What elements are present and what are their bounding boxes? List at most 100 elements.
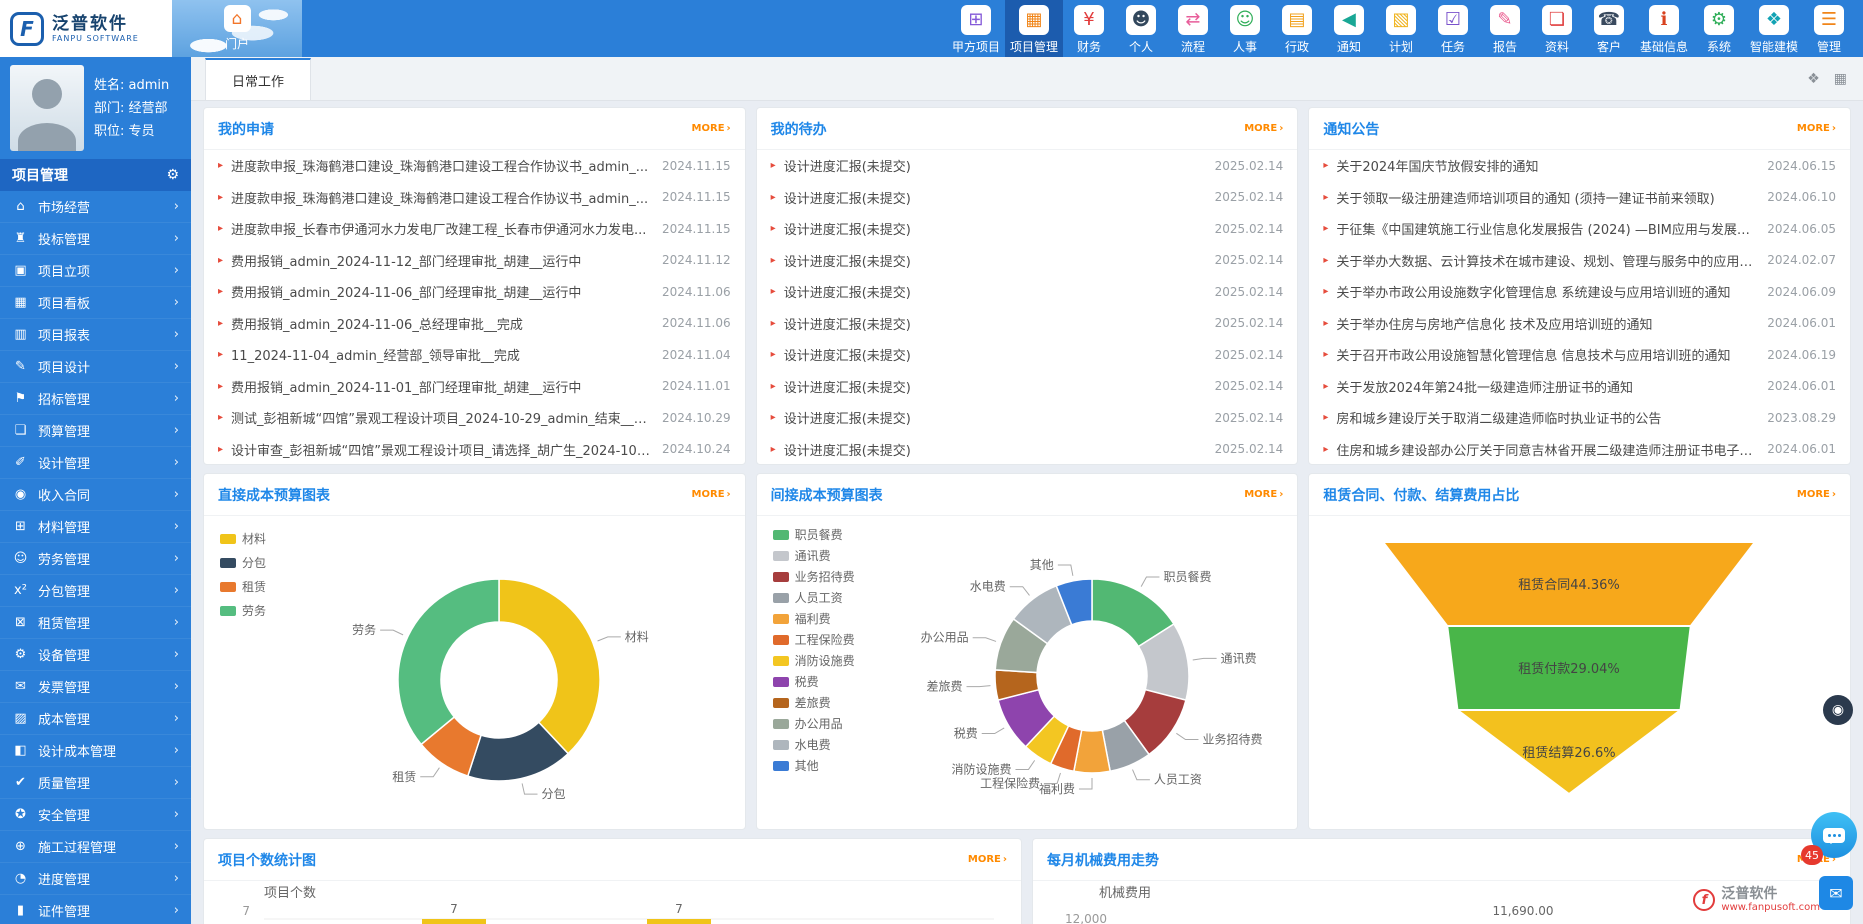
list-item[interactable]: ▸费用报销_admin_2024-11-06_部门经理审批_胡建__运行中202… <box>204 276 745 308</box>
top-nav-item[interactable]: ◀通知 <box>1323 0 1375 57</box>
sidebar-item[interactable]: ◔进度管理› <box>0 863 191 895</box>
top-nav-item[interactable]: ▤行政 <box>1271 0 1323 57</box>
sidebar-item[interactable]: ▮证件管理› <box>0 895 191 924</box>
list-item[interactable]: ▸住房和城乡建设部办公厅关于同意吉林省开展二级建造师注册证书电子证书试点...2… <box>1309 434 1850 465</box>
list-item[interactable]: ▸关于2024年国庆节放假安排的通知2024.06.15 <box>1309 150 1850 182</box>
sidebar-item[interactable]: ▦项目看板› <box>0 287 191 319</box>
legend-item[interactable]: 消防设施费 <box>773 652 855 669</box>
top-nav-item[interactable]: ⇄流程 <box>1167 0 1219 57</box>
legend-item[interactable]: 工程保险费 <box>773 631 855 648</box>
list-item[interactable]: ▸费用报销_admin_2024-11-01_部门经理审批_胡建__运行中202… <box>204 371 745 403</box>
list-item[interactable]: ▸进度款申报_长春市伊通河水力发电厂改建工程_长春市伊通河水力发电...2024… <box>204 213 745 245</box>
list-item[interactable]: ▸设计进度汇报(未提交)2025.02.14 <box>757 213 1298 245</box>
sidebar-item[interactable]: ⌂市场经营› <box>0 191 191 223</box>
top-nav-item[interactable]: ⚙系统 <box>1693 0 1745 57</box>
sidebar-item[interactable]: ▣项目立项› <box>0 255 191 287</box>
sidebar-item[interactable]: ♜投标管理› <box>0 223 191 255</box>
top-nav-item[interactable]: ☎客户 <box>1583 0 1635 57</box>
message-button[interactable]: ✉ <box>1819 876 1853 910</box>
theme-icon[interactable]: ❖ <box>1807 71 1820 87</box>
top-nav-item[interactable]: ℹ基础信息 <box>1635 0 1693 57</box>
sidebar-item[interactable]: ⚙设备管理› <box>0 639 191 671</box>
sidebar-item[interactable]: ❏预算管理› <box>0 415 191 447</box>
legend-item[interactable]: 福利费 <box>773 610 855 627</box>
list-item[interactable]: ▸测试_彭祖新城“四馆”景观工程设计项目_2024-10-29_admin_结束… <box>204 402 745 434</box>
list-item[interactable]: ▸关于发放2024年第24批一级建造师注册证书的通知2024.06.01 <box>1309 371 1850 403</box>
list-item[interactable]: ▸设计进度汇报(未提交)2025.02.14 <box>757 339 1298 371</box>
legend-item[interactable]: 其他 <box>773 757 855 774</box>
top-nav-item[interactable]: ❏资料 <box>1531 0 1583 57</box>
sidebar-item[interactable]: ✔质量管理› <box>0 767 191 799</box>
list-item[interactable]: ▸关于举办市政公用设施数字化管理信息 系统建设与应用培训班的通知2024.06.… <box>1309 276 1850 308</box>
list-item[interactable]: ▸设计进度汇报(未提交)2025.02.14 <box>757 434 1298 465</box>
list-item[interactable]: ▸关于举办住房与房地产信息化 技术及应用培训班的通知2024.06.01 <box>1309 308 1850 340</box>
sidebar-item[interactable]: ✉发票管理› <box>0 671 191 703</box>
list-item[interactable]: ▸设计进度汇报(未提交)2025.02.14 <box>757 150 1298 182</box>
sidebar-item[interactable]: ⊕施工过程管理› <box>0 831 191 863</box>
monitor-widget-icon[interactable]: ◉ <box>1823 695 1853 725</box>
list-item[interactable]: ▸房和城乡建设厅关于取消二级建造师临时执业证书的公告2023.08.29 <box>1309 402 1850 434</box>
sidebar-item[interactable]: ✐设计管理› <box>0 447 191 479</box>
more-link[interactable]: MORE› <box>1797 489 1836 500</box>
legend-item[interactable]: 劳务 <box>220 602 266 619</box>
top-nav-item[interactable]: ☑任务 <box>1427 0 1479 57</box>
settings-gear-icon[interactable]: ⚙ <box>166 167 179 183</box>
more-link[interactable]: MORE› <box>968 854 1007 865</box>
sidebar-item[interactable]: ⊞材料管理› <box>0 511 191 543</box>
top-nav-item[interactable]: ☰管理 <box>1803 0 1855 57</box>
list-item[interactable]: ▸进度款申报_珠海鹤港口建设_珠海鹤港口建设工程合作协议书_admin_...2… <box>204 150 745 182</box>
top-nav-item[interactable]: ☺人事 <box>1219 0 1271 57</box>
sidebar-item[interactable]: ⚑招标管理› <box>0 383 191 415</box>
legend-item[interactable]: 办公用品 <box>773 715 855 732</box>
more-link[interactable]: MORE› <box>692 123 731 134</box>
top-nav-item[interactable]: ▦项目管理 <box>1005 0 1063 57</box>
legend-item[interactable]: 租赁 <box>220 578 266 595</box>
sidebar-item[interactable]: ▨成本管理› <box>0 703 191 735</box>
list-item[interactable]: ▸进度款申报_珠海鹤港口建设_珠海鹤港口建设工程合作协议书_admin_...2… <box>204 182 745 214</box>
list-item[interactable]: ▸设计进度汇报(未提交)2025.02.14 <box>757 182 1298 214</box>
legend-item[interactable]: 人员工资 <box>773 589 855 606</box>
top-nav-item[interactable]: ✎报告 <box>1479 0 1531 57</box>
list-item[interactable]: ▸设计进度汇报(未提交)2025.02.14 <box>757 276 1298 308</box>
sidebar-item[interactable]: ◉收入合同› <box>0 479 191 511</box>
bar[interactable] <box>647 919 711 924</box>
list-item[interactable]: ▸关于举办大数据、云计算技术在城市建设、规划、管理与服务中的应用培训班...20… <box>1309 245 1850 277</box>
list-item[interactable]: ▸11_2024-11-04_admin_经营部_领导审批__完成2024.11… <box>204 339 745 371</box>
legend-item[interactable]: 业务招待费 <box>773 568 855 585</box>
list-item[interactable]: ▸设计审查_彭祖新城“四馆”景观工程设计项目_请选择_胡广生_2024-10-2… <box>204 434 745 465</box>
list-item[interactable]: ▸设计进度汇报(未提交)2025.02.14 <box>757 308 1298 340</box>
more-link[interactable]: MORE› <box>1797 123 1836 134</box>
more-link[interactable]: MORE› <box>692 489 731 500</box>
top-nav-item[interactable]: ¥财务 <box>1063 0 1115 57</box>
list-item[interactable]: ▸设计进度汇报(未提交)2025.02.14 <box>757 402 1298 434</box>
sidebar-item[interactable]: ◧设计成本管理› <box>0 735 191 767</box>
tab-daily-work[interactable]: 日常工作 <box>205 58 311 100</box>
sidebar-item[interactable]: ✪安全管理› <box>0 799 191 831</box>
sidebar-item[interactable]: ☺劳务管理› <box>0 543 191 575</box>
sidebar-item[interactable]: ▥项目报表› <box>0 319 191 351</box>
list-item[interactable]: ▸关于领取一级注册建造师培训项目的通知 (须持一建证书前来领取)2024.06.… <box>1309 182 1850 214</box>
more-link[interactable]: MORE› <box>1244 123 1283 134</box>
sidebar-item[interactable]: x²分包管理› <box>0 575 191 607</box>
list-item[interactable]: ▸费用报销_admin_2024-11-06_总经理审批__完成2024.11.… <box>204 308 745 340</box>
legend-item[interactable]: 分包 <box>220 554 266 571</box>
legend-item[interactable]: 材料 <box>220 530 266 547</box>
list-item[interactable]: ▸费用报销_admin_2024-11-12_部门经理审批_胡建__运行中202… <box>204 245 745 277</box>
top-nav-item[interactable]: ☻个人 <box>1115 0 1167 57</box>
sidebar-item[interactable]: ✎项目设计› <box>0 351 191 383</box>
list-item[interactable]: ▸设计进度汇报(未提交)2025.02.14 <box>757 245 1298 277</box>
app-logo[interactable]: F 泛普软件 FANPU SOFTWARE <box>0 0 172 57</box>
sidebar-item[interactable]: ⊠租赁管理› <box>0 607 191 639</box>
legend-item[interactable]: 水电费 <box>773 736 855 753</box>
bar[interactable] <box>422 919 486 924</box>
nav-item-portal[interactable]: ⌂ 门户 <box>172 0 302 57</box>
donut-segment[interactable] <box>398 579 499 744</box>
more-link[interactable]: MORE› <box>1244 489 1283 500</box>
legend-item[interactable]: 通讯费 <box>773 547 855 564</box>
top-nav-item[interactable]: ❖智能建模 <box>1745 0 1803 57</box>
layout-icon[interactable]: ▦ <box>1834 71 1847 87</box>
donut-segment[interactable] <box>499 579 600 754</box>
legend-item[interactable]: 税费 <box>773 673 855 690</box>
list-item[interactable]: ▸于征集《中国建筑施工行业信息化发展报告 (2024) —BIM应用与发展》材料… <box>1309 213 1850 245</box>
list-item[interactable]: ▸设计进度汇报(未提交)2025.02.14 <box>757 371 1298 403</box>
